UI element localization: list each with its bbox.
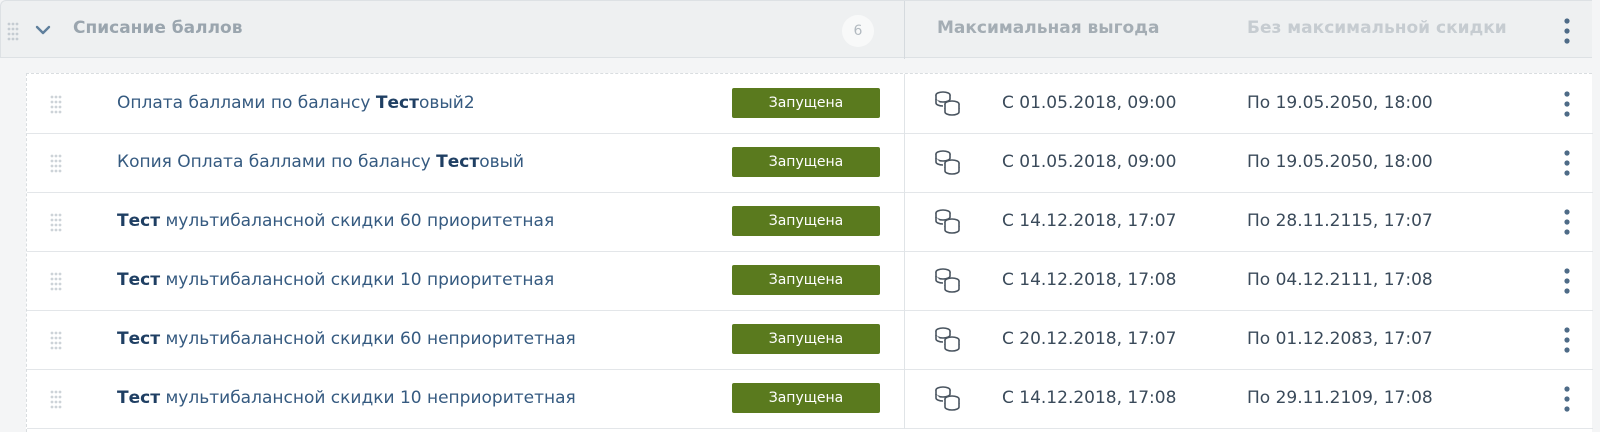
coins-icon — [935, 386, 960, 411]
campaign-name-link[interactable]: Тест мультибалансной скидки 60 неприорит… — [117, 329, 576, 349]
campaign-name-link[interactable]: Тест мультибалансной скидки 10 неприорит… — [117, 388, 576, 408]
campaign-end-date: По 28.11.2115, 17:07 — [1247, 211, 1433, 231]
row-divider — [904, 192, 905, 252]
campaign-end-date: По 19.05.2050, 18:00 — [1247, 152, 1433, 172]
status-badge: Запущена — [732, 206, 880, 236]
campaign-name-highlight: Тест — [117, 329, 161, 349]
campaign-name-suffix: мультибалансной скидки 60 приоритетная — [160, 211, 555, 231]
campaign-name-link[interactable]: Копия Оплата баллами по балансу Тестовый — [117, 152, 524, 172]
header-divider — [904, 1, 905, 59]
drag-handle-icon[interactable] — [49, 94, 63, 114]
group-title: Списание баллов — [73, 18, 243, 38]
row-divider — [904, 310, 905, 370]
campaign-name-link[interactable]: Тест мультибалансной скидки 10 приоритет… — [117, 270, 554, 290]
row-menu-kebab-icon[interactable] — [1561, 89, 1573, 119]
status-badge: Запущена — [732, 383, 880, 413]
campaign-row[interactable]: Тест мультибалансной скидки 60 приоритет… — [27, 192, 1593, 252]
campaign-list: Оплата баллами по балансу Тестовый2 Запу… — [26, 73, 1593, 432]
coins-icon — [935, 327, 960, 352]
coins-icon — [935, 268, 960, 293]
row-menu-kebab-icon[interactable] — [1561, 325, 1573, 355]
drag-handle-icon[interactable] — [49, 271, 63, 291]
campaign-name-prefix: Оплата баллами по балансу — [117, 93, 376, 113]
row-menu-kebab-icon[interactable] — [1561, 384, 1573, 414]
drag-handle-icon[interactable] — [49, 389, 63, 409]
campaign-name-suffix: мультибалансной скидки 10 приоритетная — [160, 270, 555, 290]
campaign-end-date: По 04.12.2111, 17:08 — [1247, 270, 1433, 290]
campaign-start-date: С 01.05.2018, 09:00 — [1002, 93, 1177, 113]
status-badge: Запущена — [732, 324, 880, 354]
campaign-name-link[interactable]: Оплата баллами по балансу Тестовый2 — [117, 93, 475, 113]
campaign-row[interactable]: Тест мультибалансной скидки 10 неприорит… — [27, 369, 1593, 429]
campaign-name-highlight: Тест — [117, 211, 161, 231]
campaign-name-link[interactable]: Тест мультибалансной скидки 60 приоритет… — [117, 211, 554, 231]
status-badge: Запущена — [732, 88, 880, 118]
campaign-name-highlight: Тест — [436, 152, 480, 172]
group-menu-kebab-icon[interactable] — [1561, 16, 1573, 46]
campaign-name-highlight: Тест — [117, 270, 161, 290]
drag-handle-icon[interactable] — [49, 212, 63, 232]
column-header-max-benefit[interactable]: Максимальная выгода — [937, 18, 1159, 38]
status-badge: Запущена — [732, 265, 880, 295]
campaign-end-date: По 19.05.2050, 18:00 — [1247, 93, 1433, 113]
coins-icon — [935, 209, 960, 234]
campaign-name-suffix: овый2 — [418, 93, 475, 113]
campaign-end-date: По 01.12.2083, 17:07 — [1247, 329, 1433, 349]
campaign-row[interactable]: Тест мультибалансной скидки 10 приоритет… — [27, 251, 1593, 311]
row-menu-kebab-icon[interactable] — [1561, 148, 1573, 178]
campaign-name-highlight: Тест — [375, 93, 419, 113]
drag-handle-icon[interactable] — [49, 330, 63, 350]
campaign-row[interactable]: Оплата баллами по балансу Тестовый2 Запу… — [27, 74, 1593, 134]
row-menu-kebab-icon[interactable] — [1561, 207, 1573, 237]
campaign-name-prefix: Копия Оплата баллами по балансу — [117, 152, 437, 172]
row-divider — [904, 133, 905, 193]
campaign-start-date: С 01.05.2018, 09:00 — [1002, 152, 1177, 172]
drag-handle-icon[interactable] — [6, 21, 20, 41]
row-divider — [904, 251, 905, 311]
column-header-no-max-discount[interactable]: Без максимальной скидки — [1247, 18, 1507, 38]
campaign-row[interactable]: Копия Оплата баллами по балансу Тестовый… — [27, 133, 1593, 193]
campaign-name-suffix: мультибалансной скидки 10 неприоритетная — [160, 388, 576, 408]
campaign-start-date: С 20.12.2018, 17:07 — [1002, 329, 1177, 349]
coins-icon — [935, 91, 960, 116]
row-divider — [904, 369, 905, 429]
campaign-row[interactable]: Тест мультибалансной скидки 60 неприорит… — [27, 310, 1593, 370]
campaign-name-suffix: мультибалансной скидки 60 неприоритетная — [160, 329, 576, 349]
campaign-name-suffix: овый — [479, 152, 525, 172]
coins-icon — [935, 150, 960, 175]
campaign-start-date: С 14.12.2018, 17:08 — [1002, 270, 1177, 290]
campaign-group: Списание баллов 6 Максимальная выгода Бе… — [0, 0, 1600, 432]
group-header: Списание баллов 6 Максимальная выгода Бе… — [0, 0, 1592, 59]
drag-handle-icon[interactable] — [49, 153, 63, 173]
campaign-start-date: С 14.12.2018, 17:07 — [1002, 211, 1177, 231]
campaign-end-date: По 29.11.2109, 17:08 — [1247, 388, 1433, 408]
campaign-start-date: С 14.12.2018, 17:08 — [1002, 388, 1177, 408]
row-menu-kebab-icon[interactable] — [1561, 266, 1573, 296]
status-badge: Запущена — [732, 147, 880, 177]
row-divider — [904, 74, 905, 134]
chevron-down-icon[interactable] — [35, 23, 51, 37]
campaign-name-highlight: Тест — [117, 388, 161, 408]
group-count-badge: 6 — [842, 15, 874, 47]
